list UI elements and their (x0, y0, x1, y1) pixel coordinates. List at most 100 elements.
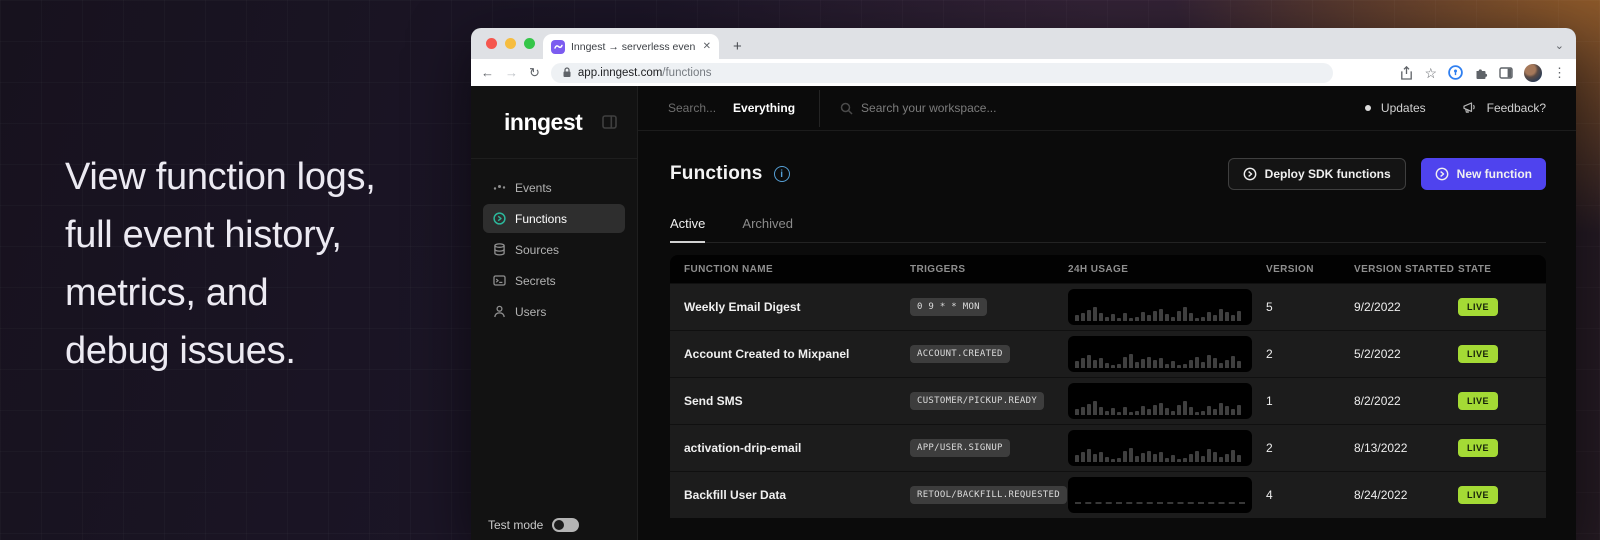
usage-sparkline (1068, 430, 1252, 466)
url-path: /functions (662, 67, 711, 79)
trigger-badge: 0 9 * * MON (910, 298, 987, 316)
window-controls (486, 38, 535, 49)
events-icon (493, 181, 506, 194)
col-24h-usage: 24H USAGE (1068, 264, 1266, 275)
megaphone-icon (1462, 101, 1477, 115)
hero-line: full event history, (65, 206, 375, 264)
deploy-button-label: Deploy SDK functions (1265, 167, 1391, 181)
version-started-value: 8/2/2022 (1354, 394, 1458, 408)
function-name: Backfill User Data (684, 488, 910, 502)
sidebar-item-label: Sources (515, 243, 559, 257)
hero-line: View function logs, (65, 148, 375, 206)
new-function-button[interactable]: New function (1421, 158, 1546, 190)
tab-close-icon[interactable]: ✕ (701, 41, 711, 52)
database-icon (493, 243, 506, 256)
version-value: 4 (1266, 488, 1354, 502)
search-shortcut-label[interactable]: Search... (668, 101, 716, 115)
table-row[interactable]: activation-drip-email APP/USER.SIGNUP 2 … (670, 424, 1546, 471)
minimize-window-button[interactable] (505, 38, 516, 49)
search-icon (840, 102, 853, 115)
test-mode-toggle[interactable] (552, 518, 579, 532)
topbar-divider (819, 90, 820, 127)
col-state: STATE (1458, 264, 1546, 275)
usage-sparkline-empty (1068, 477, 1252, 513)
col-version: VERSION (1266, 264, 1354, 275)
sidebar-item-label: Users (515, 305, 546, 319)
new-function-icon (1435, 167, 1449, 181)
sidebar-item-users[interactable]: Users (483, 297, 625, 326)
sidebar-item-secrets[interactable]: Secrets (483, 266, 625, 295)
back-icon[interactable]: ← (481, 66, 494, 79)
toolbar-actions: ☆ ⋮ (1400, 64, 1566, 82)
functions-page: Functions i Deploy SDK functions New fun… (638, 131, 1576, 518)
browser-toolbar: ← → ↻ app.inngest.com/functions ☆ ⋮ (471, 59, 1576, 86)
function-name: activation-drip-email (684, 441, 910, 455)
state-badge: LIVE (1458, 345, 1498, 363)
version-value: 2 (1266, 347, 1354, 361)
address-bar[interactable]: app.inngest.com/functions (551, 63, 1333, 83)
state-badge: LIVE (1458, 486, 1498, 504)
trigger-badge: RETOOL/BACKFILL.REQUESTED (910, 486, 1067, 504)
inngest-app: inngest Events Functions Sources (471, 86, 1576, 540)
profile-avatar[interactable] (1524, 64, 1542, 82)
table-header: FUNCTION NAME TRIGGERS 24H USAGE VERSION… (670, 255, 1546, 283)
table-row[interactable]: Send SMS CUSTOMER/PICKUP.READY 1 8/2/202… (670, 377, 1546, 424)
extensions-puzzle-icon[interactable] (1474, 66, 1488, 80)
hero-line: metrics, and (65, 264, 375, 322)
password-manager-extension-icon[interactable] (1448, 65, 1463, 80)
col-triggers: TRIGGERS (910, 264, 1068, 275)
workspace-search-input[interactable]: Search your workspace... (861, 101, 996, 115)
table-row[interactable]: Account Created to Mixpanel ACCOUNT.CREA… (670, 330, 1546, 377)
browser-tab[interactable]: Inngest → serverless event-dri ✕ (543, 34, 719, 59)
page-actions: Deploy SDK functions New function (1228, 158, 1546, 190)
deploy-sdk-functions-button[interactable]: Deploy SDK functions (1228, 158, 1406, 190)
tab-archived[interactable]: Archived (742, 216, 793, 242)
browser-menu-icon[interactable]: ⋮ (1553, 66, 1566, 79)
sidebar-item-functions[interactable]: Functions (483, 204, 625, 233)
close-window-button[interactable] (486, 38, 497, 49)
tab-active[interactable]: Active (670, 216, 705, 243)
hero-text: View function logs, full event history, … (65, 148, 375, 380)
new-tab-button[interactable]: + (733, 39, 742, 54)
forward-icon[interactable]: → (505, 66, 518, 79)
inngest-favicon-icon (551, 40, 565, 54)
hero-line: debug issues. (65, 322, 375, 380)
table-row[interactable]: Backfill User Data RETOOL/BACKFILL.REQUE… (670, 471, 1546, 518)
search-scope-everything[interactable]: Everything (733, 101, 795, 115)
version-value: 1 (1266, 394, 1354, 408)
version-started-value: 5/2/2022 (1354, 347, 1458, 361)
main-area: Search... Everything Search your workspa… (638, 86, 1576, 540)
trigger-badge: CUSTOMER/PICKUP.READY (910, 392, 1044, 410)
browser-tabstrip: Inngest → serverless event-dri ✕ + ⌄ (471, 28, 1576, 59)
trigger-badge: ACCOUNT.CREATED (910, 345, 1010, 363)
feedback-link[interactable]: Feedback? (1487, 101, 1546, 115)
test-mode-row: Test mode (488, 518, 579, 532)
info-icon[interactable]: i (774, 166, 790, 182)
sidebar-item-label: Functions (515, 212, 567, 226)
version-value: 5 (1266, 300, 1354, 314)
collapse-sidebar-icon[interactable] (602, 115, 617, 129)
logo-row: inngest (471, 86, 637, 158)
function-name: Send SMS (684, 394, 910, 408)
updates-link[interactable]: Updates (1381, 101, 1426, 115)
state-badge: LIVE (1458, 298, 1498, 316)
sidebar-item-events[interactable]: Events (483, 173, 625, 202)
sidebar-item-sources[interactable]: Sources (483, 235, 625, 264)
updates-dot-icon (1365, 105, 1371, 111)
toggle-knob (554, 520, 564, 530)
tab-search-chevron-icon[interactable]: ⌄ (1555, 41, 1564, 52)
tab-title: Inngest → serverless event-dri (571, 41, 695, 53)
share-icon[interactable] (1400, 66, 1413, 80)
table-row[interactable]: Weekly Email Digest 0 9 * * MON 5 9/2/20… (670, 283, 1546, 330)
bookmark-star-icon[interactable]: ☆ (1424, 66, 1437, 80)
sidebar-nav: Events Functions Sources Secrets (471, 159, 637, 340)
functions-icon (493, 212, 506, 225)
reload-icon[interactable]: ↻ (529, 66, 540, 79)
trigger-badge: APP/USER.SIGNUP (910, 439, 1010, 457)
usage-sparkline (1068, 336, 1252, 372)
col-function-name: FUNCTION NAME (684, 264, 910, 275)
zoom-window-button[interactable] (524, 38, 535, 49)
functions-table: FUNCTION NAME TRIGGERS 24H USAGE VERSION… (670, 255, 1546, 518)
side-panel-icon[interactable] (1499, 67, 1513, 79)
user-icon (493, 305, 506, 318)
